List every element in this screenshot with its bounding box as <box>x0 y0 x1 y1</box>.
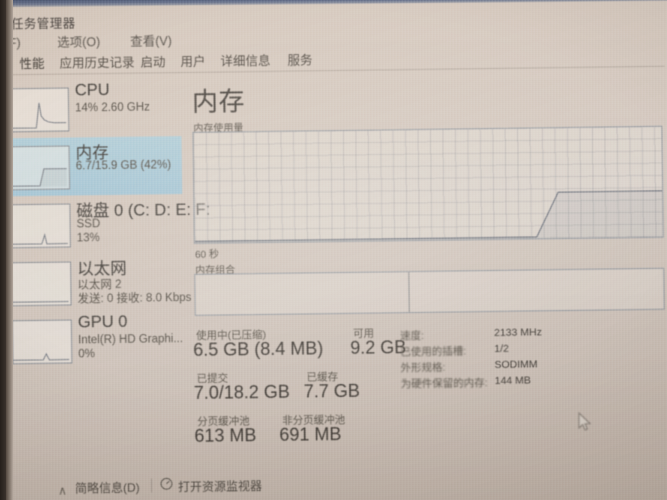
stat-cached: 已缓存 7.7 GB <box>304 368 394 401</box>
detail-formfactor-label: 外形规格: <box>400 361 446 375</box>
detail-slots-value: 1/2 <box>494 342 509 355</box>
menu-options[interactable]: 选项(O) <box>57 31 100 51</box>
sidebar-item-gpu-line2: 0% <box>78 348 95 361</box>
stat-available-value: 9.2 GB <box>350 337 407 358</box>
ethernet-thumbnail-graph <box>11 261 72 307</box>
sidebar-item-disk-line2: 13% <box>76 232 100 245</box>
gpu-thumbnail-graph <box>11 319 73 365</box>
status-bar-divider <box>150 478 153 493</box>
memory-composition-bar <box>194 267 665 316</box>
stat-in-use-value: 6.5 GB (8.4 MB) <box>193 338 324 360</box>
tab-details[interactable]: 详细信息 <box>220 50 270 70</box>
sidebar-item-cpu[interactable]: CPU 14% 2.60 GHz <box>0 78 181 138</box>
sidebar-item-gpu[interactable]: GPU 0 Intel(R) HD Graphi... 0% <box>3 310 185 370</box>
sidebar-item-cpu-title: CPU <box>74 81 110 100</box>
tab-app-history[interactable]: 应用历史记录 <box>59 52 134 72</box>
stat-cached-value: 7.7 GB <box>303 380 360 402</box>
sidebar-item-gpu-line1: Intel(R) HD Graphi... <box>78 333 183 347</box>
tab-users[interactable]: 用户 <box>180 51 205 70</box>
tab-performance[interactable]: 性能 <box>19 53 44 72</box>
detail-speed-label: 速度: <box>400 329 425 343</box>
stat-nonpaged-pool-value: 691 MB <box>279 423 342 445</box>
sidebar-item-memory[interactable]: 内存 6.7/15.9 GB (42%) <box>0 136 183 197</box>
memory-usage-chart <box>192 125 664 244</box>
stat-paged-pool-value: 613 MB <box>194 425 257 446</box>
sidebar-item-gpu-title: GPU 0 <box>77 312 128 332</box>
detail-speed-value: 2133 MHz <box>493 326 542 339</box>
stat-available: 可用 9.2 GB <box>350 325 440 358</box>
memory-thumbnail-graph <box>9 145 71 191</box>
open-resource-monitor-link[interactable]: 打开资源监视器 <box>178 477 262 495</box>
memory-usage-series <box>194 190 663 243</box>
detail-slots-label: 已使用的插槽: <box>400 345 467 359</box>
photographed-screen: 任务管理器 件(F) 选项(O) 查看(V) 程 性能 应用历史记录 启动 用户… <box>0 0 667 500</box>
sidebar-item-disk[interactable]: 磁盘 0 (C: D: E: F: SSD 13% <box>1 194 210 254</box>
memory-stats: 使用中(已压缩) 6.5 GB (8.4 MB) 可用 9.2 GB 已提交 7… <box>193 322 665 463</box>
tab-startup[interactable]: 启动 <box>140 51 165 70</box>
detail-hw-reserved-value: 144 MB <box>494 374 531 387</box>
sidebar-item-ethernet-line2: 发送: 0 接收: 8.0 Kbps <box>77 291 192 306</box>
chevron-up-icon[interactable]: ∧ <box>58 484 67 498</box>
menu-view[interactable]: 查看(V) <box>130 30 172 50</box>
status-bar: ∧ 简略信息(D) 打开资源监视器 <box>3 466 667 500</box>
sidebar-item-cpu-line1: 14% 2.60 GHz <box>74 101 150 115</box>
window-title: 任务管理器 <box>10 16 76 32</box>
sidebar-item-ethernet[interactable]: 以太网 以太网 2 发送: 0 接收: 8.0 Kbps <box>2 252 191 312</box>
fewer-details-button[interactable]: 简略信息(D) <box>75 479 140 497</box>
gauge-icon <box>160 477 173 495</box>
disk-thumbnail-graph <box>10 203 71 249</box>
resource-sidebar: CPU 14% 2.60 GHz 内存 6.7/15.9 GB (42%) 磁盘… <box>0 76 210 466</box>
page-title: 内存 <box>191 86 246 117</box>
detail-formfactor-value: SODIMM <box>494 358 538 371</box>
usage-time-label: 60 秒 <box>194 249 219 261</box>
task-manager-window: 任务管理器 件(F) 选项(O) 查看(V) 程 性能 应用历史记录 启动 用户… <box>0 0 667 500</box>
stat-nonpaged-pool: 非分页缓冲池 691 MB <box>279 411 399 445</box>
detail-hw-reserved-label: 为硬件保留的内存: <box>400 377 488 391</box>
composition-divider <box>408 272 410 313</box>
sidebar-item-memory-line1: 6.7/15.9 GB (42%) <box>75 159 172 173</box>
stat-committed-value: 7.0/18.2 GB <box>193 381 291 403</box>
tab-services[interactable]: 服务 <box>287 49 312 68</box>
monitor-bezel-edge <box>0 0 6 500</box>
mouse-cursor <box>578 412 592 431</box>
monitor-screen: 任务管理器 件(F) 选项(O) 查看(V) 程 性能 应用历史记录 启动 用户… <box>0 0 667 500</box>
sidebar-item-disk-line1: SSD <box>76 218 101 231</box>
cpu-thumbnail-graph <box>8 87 70 133</box>
